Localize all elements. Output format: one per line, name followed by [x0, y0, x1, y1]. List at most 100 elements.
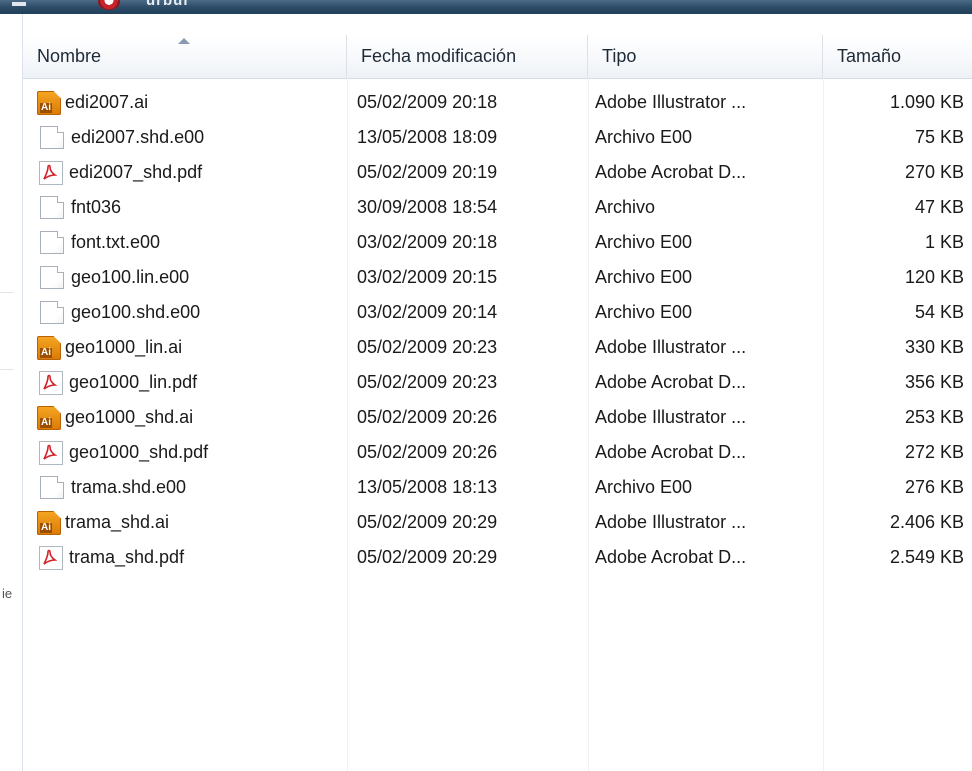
file-name: geo1000_shd.ai [65, 407, 194, 427]
file-name: edi2007_shd.pdf [69, 162, 203, 182]
pdf-file-icon [39, 160, 63, 185]
file-name-cell[interactable]: geo1000_shd.pdf [37, 435, 208, 470]
file-row[interactable]: geo1000_shd.ai 05/02/2009 20:26 Adobe Illu… [23, 400, 972, 435]
file-name-cell[interactable]: trama.shd.e00 [37, 470, 186, 505]
file-list: edi2007.ai 05/02/2009 20:18 Adobe Illustra… [23, 85, 972, 575]
illustrator-file-icon [37, 405, 61, 430]
file-name-cell[interactable]: font.txt.e00 [37, 225, 160, 260]
file-type: Archivo E00 [595, 232, 693, 252]
file-row[interactable]: geo1000_lin.ai 05/02/2009 20:23 Adobe Illu… [23, 330, 972, 365]
file-size: 2.406 KB [889, 512, 964, 532]
file-type: Adobe Illustrator ... [595, 407, 747, 427]
file-name: geo100.shd.e00 [71, 302, 201, 322]
file-name-cell[interactable]: geo100.lin.e00 [37, 260, 189, 295]
file-date: 13/05/2008 18:09 [357, 127, 498, 147]
file-date: 03/02/2009 20:18 [357, 232, 498, 252]
column-header-size[interactable]: Tamaño [823, 35, 972, 78]
column-header-row: Nombre Fecha modificación Tipo Tamaño [23, 35, 972, 79]
file-name: fnt036 [71, 197, 122, 217]
window-title: urbur [146, 0, 191, 9]
file-name: trama.shd.e00 [71, 477, 187, 497]
nav-divider [0, 292, 14, 293]
file-row[interactable]: font.txt.e00 03/02/2009 20:18 Archivo E00 1… [23, 225, 972, 260]
generic-file-icon [40, 126, 64, 149]
app-logo-icon [98, 0, 120, 10]
illustrator-file-icon [37, 510, 61, 535]
column-header-date[interactable]: Fecha modificación [347, 35, 588, 78]
file-row[interactable]: geo1000_lin.pdf 05/02/2009 20:23 Adobe Acr… [23, 365, 972, 400]
pdf-file-icon [39, 370, 63, 395]
file-name: font.txt.e00 [71, 232, 161, 252]
file-row[interactable]: trama_shd.ai 05/02/2009 20:29 Adobe Illust… [23, 505, 972, 540]
file-name-cell[interactable]: edi2007.shd.e00 [37, 120, 204, 155]
file-type: Adobe Illustrator ... [595, 512, 747, 532]
file-type: Adobe Illustrator ... [595, 92, 747, 112]
column-header-name[interactable]: Nombre [23, 35, 347, 78]
file-size: 356 KB [904, 372, 964, 392]
file-name: edi2007.ai [65, 92, 149, 112]
file-name-cell[interactable]: fnt036 [37, 190, 121, 225]
file-size: 253 KB [904, 407, 964, 427]
file-size: 2.549 KB [889, 547, 964, 567]
file-row[interactable]: geo1000_shd.pdf 05/02/2009 20:26 Adobe Acr… [23, 435, 972, 470]
file-type: Adobe Acrobat D... [595, 442, 747, 462]
generic-file-icon [40, 231, 64, 254]
file-date: 05/02/2009 20:29 [357, 512, 498, 532]
sort-ascending-icon [178, 38, 190, 44]
pdf-file-icon [39, 440, 63, 465]
generic-file-icon [40, 196, 64, 219]
file-size: 120 KB [904, 267, 964, 287]
file-size: 1.090 KB [889, 92, 964, 112]
file-date: 13/05/2008 18:13 [357, 477, 498, 497]
file-size: 47 KB [914, 197, 964, 217]
nav-item-label[interactable]: ie [2, 586, 12, 601]
title-bar-fragment [12, 2, 26, 6]
file-name-cell[interactable]: edi2007_shd.pdf [37, 155, 202, 190]
file-row[interactable]: edi2007.shd.e00 13/05/2008 18:09 Archivo E… [23, 120, 972, 155]
file-size: 75 KB [914, 127, 964, 147]
file-size: 1 KB [924, 232, 964, 252]
file-name-cell[interactable]: geo1000_lin.ai [37, 330, 182, 365]
file-type: Archivo [595, 197, 656, 217]
navigation-pane[interactable]: ie [0, 14, 23, 771]
file-type: Archivo E00 [595, 127, 693, 147]
column-header-date-label: Fecha modificación [361, 46, 517, 66]
file-date: 05/02/2009 20:29 [357, 547, 498, 567]
file-name: geo1000_shd.pdf [69, 442, 209, 462]
file-row[interactable]: trama_shd.pdf 05/02/2009 20:29 Adobe Acrob… [23, 540, 972, 575]
file-name-cell[interactable]: geo1000_shd.ai [37, 400, 193, 435]
file-date: 05/02/2009 20:26 [357, 442, 498, 462]
file-date: 03/02/2009 20:14 [357, 302, 498, 322]
file-size: 272 KB [904, 442, 964, 462]
file-name-cell[interactable]: trama_shd.pdf [37, 540, 184, 575]
file-size: 330 KB [904, 337, 964, 357]
file-type: Adobe Illustrator ... [595, 337, 747, 357]
file-name-cell[interactable]: trama_shd.ai [37, 505, 169, 540]
file-type: Archivo E00 [595, 302, 693, 322]
file-size: 276 KB [904, 477, 964, 497]
file-name: geo1000_lin.ai [65, 337, 183, 357]
file-row[interactable]: trama.shd.e00 13/05/2008 18:13 Archivo E00… [23, 470, 972, 505]
file-date: 05/02/2009 20:23 [357, 337, 498, 357]
file-row[interactable]: geo100.shd.e00 03/02/2009 20:14 Archivo E0… [23, 295, 972, 330]
file-row[interactable]: fnt036 30/09/2008 18:54 Archivo 47 KB [23, 190, 972, 225]
illustrator-file-icon [37, 90, 61, 115]
file-name-cell[interactable]: geo100.shd.e00 [37, 295, 200, 330]
file-date: 03/02/2009 20:15 [357, 267, 498, 287]
file-row[interactable]: geo100.lin.e00 03/02/2009 20:15 Archivo E0… [23, 260, 972, 295]
file-name-cell[interactable]: edi2007.ai [37, 85, 148, 120]
file-type: Adobe Acrobat D... [595, 372, 747, 392]
illustrator-file-icon [37, 335, 61, 360]
column-header-type[interactable]: Tipo [588, 35, 823, 78]
pdf-file-icon [39, 545, 63, 570]
file-type: Archivo E00 [595, 267, 693, 287]
file-name: geo100.lin.e00 [71, 267, 190, 287]
file-name-cell[interactable]: geo1000_lin.pdf [37, 365, 197, 400]
title-bar: urbur [0, 0, 972, 14]
file-row[interactable]: edi2007_shd.pdf 05/02/2009 20:19 Adobe Acr… [23, 155, 972, 190]
file-date: 05/02/2009 20:23 [357, 372, 498, 392]
file-name: trama_shd.pdf [69, 547, 185, 567]
file-row[interactable]: edi2007.ai 05/02/2009 20:18 Adobe Illustra… [23, 85, 972, 120]
file-type: Adobe Acrobat D... [595, 162, 747, 182]
column-header-type-label: Tipo [602, 46, 637, 66]
